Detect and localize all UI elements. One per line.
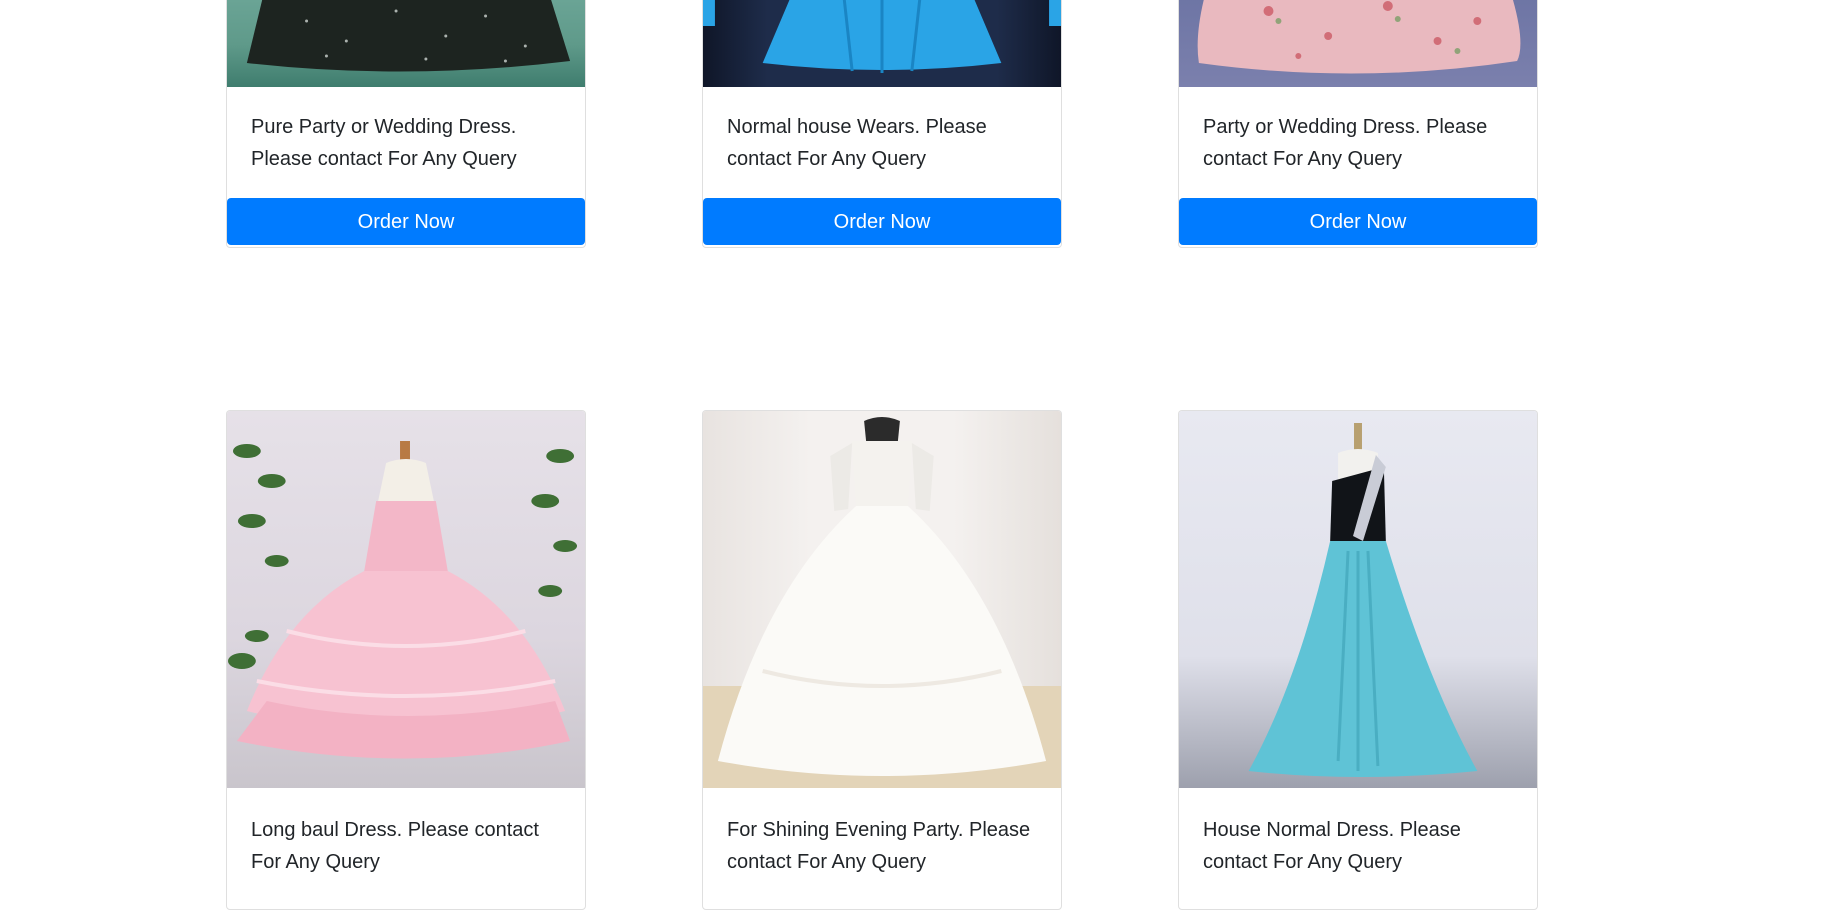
product-image-aqua-gown[interactable] [1179, 411, 1537, 788]
product-card: Normal house Wears. Please contact For A… [702, 0, 1062, 248]
order-now-button[interactable]: Order Now [227, 198, 585, 245]
product-image-pink-floral-gown[interactable] [1179, 0, 1537, 87]
product-card: House Normal Dress. Please contact For A… [1178, 410, 1538, 910]
product-image-black-gown[interactable] [227, 0, 585, 87]
product-card: Pure Party or Wedding Dress. Please cont… [226, 0, 586, 248]
product-card: Party or Wedding Dress. Please contact F… [1178, 0, 1538, 248]
product-image-white-gown[interactable] [703, 411, 1061, 788]
product-card: Long baul Dress. Please contact For Any … [226, 410, 586, 910]
product-description: Party or Wedding Dress. Please contact F… [1203, 116, 1488, 170]
order-now-button[interactable]: Order Now [703, 198, 1061, 245]
product-image-pink-ball-gown[interactable] [227, 411, 585, 788]
product-image-blue-gown[interactable] [703, 0, 1061, 87]
product-description: House Normal Dress. Please contact For A… [1203, 819, 1461, 873]
product-description: Pure Party or Wedding Dress. Please cont… [251, 116, 517, 170]
product-card: For Shining Evening Party. Please contac… [702, 410, 1062, 910]
product-description: Long baul Dress. Please contact For Any … [251, 819, 539, 873]
product-description: Normal house Wears. Please contact For A… [727, 116, 987, 170]
order-now-button[interactable]: Order Now [1179, 198, 1537, 245]
product-description: For Shining Evening Party. Please contac… [727, 819, 1031, 873]
